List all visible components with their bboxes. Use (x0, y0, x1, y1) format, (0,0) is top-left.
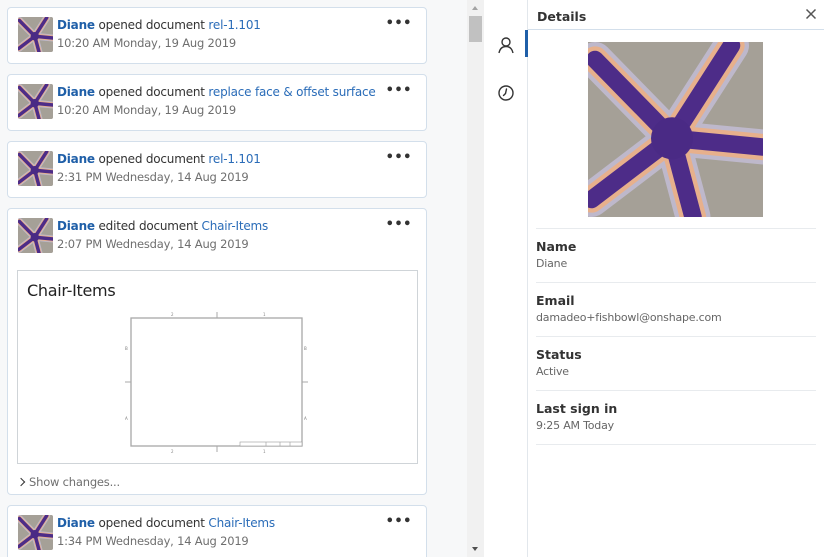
detail-field-status: Status Active (536, 336, 816, 378)
field-label: Last sign in (536, 401, 618, 416)
document-link[interactable]: replace face & offset surface (208, 85, 375, 99)
activity-header: Diane opened document rel-1.101 2:31 PM … (8, 142, 426, 198)
title-block (239, 441, 303, 447)
user-link[interactable]: Diane (57, 219, 95, 233)
zone-label: A (304, 416, 307, 421)
activity-timestamp: 2:31 PM Wednesday, 14 Aug 2019 (57, 170, 249, 184)
profile-picture (588, 42, 763, 217)
activity-action: opened document (98, 516, 205, 530)
document-link[interactable]: Chair-Items (202, 219, 269, 233)
field-label: Name (536, 239, 577, 254)
avatar[interactable] (18, 17, 53, 52)
user-link[interactable]: Diane (57, 85, 95, 99)
activity-summary: Diane opened document rel-1.101 (57, 18, 261, 32)
activity-card: Diane opened document Chair-Items 1:34 P… (7, 505, 427, 557)
avatar[interactable] (18, 515, 53, 550)
avatar[interactable] (18, 151, 53, 186)
details-header: Details (528, 0, 824, 30)
field-value: 9:25 AM Today (536, 419, 614, 432)
history-clock-icon (498, 85, 514, 101)
activity-action: opened document (98, 85, 205, 99)
show-changes-toggle[interactable]: Show changes... (16, 475, 120, 489)
zone-label: B (125, 346, 128, 351)
activity-card: Diane opened document replace face & off… (7, 74, 427, 131)
detail-field-name: Name Diane (536, 228, 816, 270)
activity-header: Diane opened document Chair-Items 1:34 P… (8, 506, 426, 557)
avatar[interactable] (18, 84, 53, 119)
activity-timestamp: 10:20 AM Monday, 19 Aug 2019 (57, 103, 237, 117)
more-options-button[interactable]: ••• (386, 515, 412, 528)
field-label: Email (536, 293, 575, 308)
activity-card: Diane opened document rel-1.101 10:20 AM… (7, 7, 427, 64)
panel-icon-rail (484, 0, 528, 557)
zone-label: 1 (263, 312, 266, 317)
scroll-down-arrow-icon[interactable] (472, 547, 478, 551)
document-link[interactable]: rel-1.101 (208, 18, 260, 32)
field-label: Status (536, 347, 582, 362)
user-link[interactable]: Diane (57, 516, 95, 530)
activity-action: edited document (98, 219, 198, 233)
show-changes-label: Show changes... (29, 475, 120, 489)
document-link[interactable]: Chair-Items (208, 516, 275, 530)
scrollbar-thumb[interactable] (469, 16, 482, 42)
activity-header: Diane opened document rel-1.101 10:20 AM… (8, 8, 426, 64)
app-root: Diane opened document rel-1.101 10:20 AM… (0, 0, 824, 557)
activity-timestamp: 2:07 PM Wednesday, 14 Aug 2019 (57, 237, 249, 251)
activity-header: Diane opened document replace face & off… (8, 75, 426, 131)
user-icon (498, 37, 514, 54)
detail-field-email: Email damadeo+fishbowl@onshape.com (536, 282, 816, 324)
more-options-button[interactable]: ••• (386, 17, 412, 30)
activity-card: Diane edited document Chair-Items 2:07 P… (7, 208, 427, 495)
activity-summary: Diane opened document replace face & off… (57, 85, 376, 99)
user-link[interactable]: Diane (57, 152, 95, 166)
more-options-button[interactable]: ••• (386, 218, 412, 231)
activity-history-tab[interactable] (484, 78, 528, 108)
field-value: Active (536, 365, 569, 378)
document-link[interactable]: rel-1.101 (208, 152, 260, 166)
zone-label: 1 (263, 449, 266, 454)
activity-timestamp: 10:20 AM Monday, 19 Aug 2019 (57, 36, 237, 50)
activity-timestamp: 1:34 PM Wednesday, 14 Aug 2019 (57, 534, 249, 548)
document-thumbnail[interactable]: Chair-Items 2 1 2 1 B A B A (17, 270, 418, 464)
field-value: Diane (536, 257, 568, 270)
zone-label: 2 (171, 449, 174, 454)
activity-action: opened document (98, 18, 205, 32)
detail-field-last-sign-in: Last sign in 9:25 AM Today (536, 390, 816, 432)
divider (536, 444, 816, 445)
details-title: Details (537, 9, 587, 24)
chevron-right-icon (16, 477, 26, 487)
activity-summary: Diane edited document Chair-Items (57, 219, 268, 233)
drawing-border (130, 317, 303, 447)
activity-header: Diane edited document Chair-Items 2:07 P… (8, 209, 426, 265)
user-details-tab[interactable] (484, 30, 528, 60)
zone-label: A (125, 416, 128, 421)
field-value: damadeo+fishbowl@onshape.com (536, 311, 722, 324)
feed-scrollbar[interactable] (467, 0, 484, 557)
details-panel: Details Name Diane Email damadeo+fishbow… (528, 0, 824, 557)
scroll-up-arrow-icon[interactable] (472, 6, 478, 10)
activity-feed: Diane opened document rel-1.101 10:20 AM… (0, 0, 467, 557)
zone-label: 2 (171, 312, 174, 317)
zone-label: B (304, 346, 307, 351)
drawing-sheet-preview: 2 1 2 1 B A B A (125, 312, 308, 454)
user-link[interactable]: Diane (57, 18, 95, 32)
avatar[interactable] (18, 218, 53, 253)
activity-action: opened document (98, 152, 205, 166)
more-options-button[interactable]: ••• (386, 84, 412, 97)
more-options-button[interactable]: ••• (386, 151, 412, 164)
activity-summary: Diane opened document Chair-Items (57, 516, 275, 530)
activity-summary: Diane opened document rel-1.101 (57, 152, 261, 166)
activity-card: Diane opened document rel-1.101 2:31 PM … (7, 141, 427, 198)
close-icon[interactable] (804, 7, 818, 21)
